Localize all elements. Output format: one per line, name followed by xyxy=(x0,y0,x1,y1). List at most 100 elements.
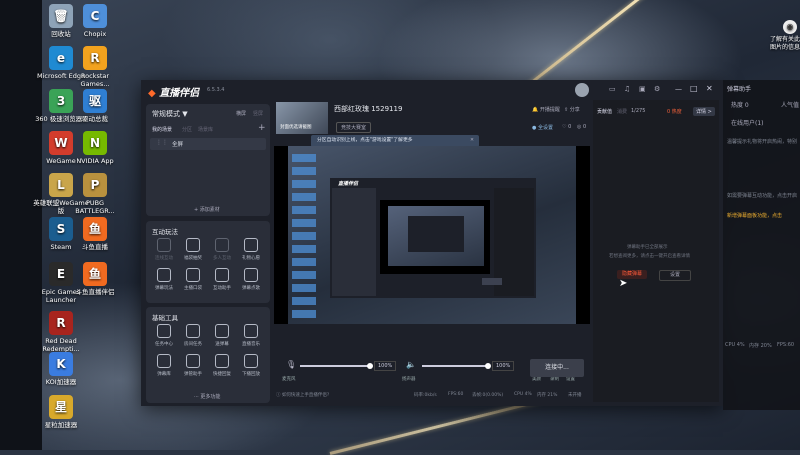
tool-button[interactable]: 福袋抽奖 xyxy=(179,238,207,261)
desktop-icon[interactable]: P PUBG BATTLEGR... xyxy=(67,173,123,215)
desktop-icon[interactable]: 星星粒加速器 xyxy=(33,395,89,429)
tool-button[interactable]: 任务中心 xyxy=(150,324,178,347)
desktop-icon[interactable]: N NVIDIA App xyxy=(67,131,123,165)
cpu-usage: CPU 4% xyxy=(514,392,532,397)
tool-button[interactable]: 弹幕库 xyxy=(150,354,178,377)
mic-slider-handle[interactable] xyxy=(367,363,373,369)
add-scene-icon[interactable]: + xyxy=(258,123,266,133)
tool-icon xyxy=(244,268,258,282)
tab-contribution[interactable]: 贡献值 xyxy=(597,108,612,115)
go-live-button[interactable]: 连接中... xyxy=(530,359,584,377)
tool-button[interactable]: 弹管助手 xyxy=(179,354,207,377)
empty-state-line1: 弹幕助手已全部展示 xyxy=(627,245,668,250)
desktop-icon-label: PUBG BATTLEGR... xyxy=(75,199,115,215)
sidebar: 常规模式 ▼ 横屏 竖屏 我的场景 分区 场景库 + ⋮⋮ 全屏 + 添加素材 … xyxy=(146,104,270,403)
tool-button[interactable]: 互动助手 xyxy=(208,268,236,291)
speaker-volume-slider[interactable] xyxy=(422,363,491,369)
tool-button[interactable]: 主播口袋 xyxy=(179,268,207,291)
desktop-icon-label: KOI加速器 xyxy=(45,378,77,386)
tool-icon xyxy=(186,238,200,252)
tool-button[interactable]: 下播回放 xyxy=(237,354,265,377)
tab-scene-library[interactable]: 场景库 xyxy=(198,126,213,133)
tool-button[interactable]: 房间任务 xyxy=(179,324,207,347)
desktop-info-label[interactable]: ◉ 了解有关此图片的信息 xyxy=(770,20,800,52)
stream-preview[interactable]: 直播伴侣 xyxy=(274,146,590,324)
tab-consumption[interactable]: 消费 xyxy=(617,108,627,115)
tool-label: 互动助手 xyxy=(213,286,231,291)
app-icon: R xyxy=(49,311,73,335)
title-bar[interactable]: ◆ 直播伴侣 6.5.3.4 ▭ ♫ ▣ ⚙ — □ ✕ xyxy=(141,80,723,100)
tab-my-scenes[interactable]: 我的场景 xyxy=(152,126,172,133)
tool-icon xyxy=(186,268,200,282)
room-cover-thumbnail[interactable]: 封面优选请截图 xyxy=(276,102,328,134)
desktop-icon[interactable]: 鱼斗鱼直播 xyxy=(67,217,123,251)
minimize-button[interactable]: — xyxy=(675,85,682,93)
add-source-button[interactable]: + 添加素材 xyxy=(194,206,220,213)
more-functions-link[interactable]: ··· 更多功能 xyxy=(194,393,220,400)
tool-icon xyxy=(215,324,229,338)
app-version: 6.5.3.4 xyxy=(207,87,225,93)
app-icon: N xyxy=(83,131,107,155)
maximize-button[interactable]: □ xyxy=(690,84,698,93)
tool-button[interactable]: 礼物心愿 xyxy=(237,238,265,261)
mic-volume-slider[interactable] xyxy=(300,363,373,369)
live-reminder-link[interactable]: 🔔 开播提醒 xyxy=(532,106,560,113)
desktop-icon[interactable]: R Red Dead Redempti... xyxy=(33,311,89,353)
tool-button[interactable]: 弹幕点歌 xyxy=(237,268,265,291)
desktop-icon[interactable]: R Rockstar Games... xyxy=(67,46,123,88)
tool-icon xyxy=(215,238,229,252)
share-link[interactable]: ⇪ 分享 xyxy=(564,106,580,113)
desktop-icon[interactable]: C Chopix xyxy=(67,4,123,38)
landscape-button[interactable]: 横屏 xyxy=(236,110,246,117)
headset-icon[interactable]: ♫ xyxy=(624,85,630,93)
tool-button[interactable]: 直播音乐 xyxy=(237,324,265,347)
helper-heat: 热度 0 xyxy=(731,102,749,109)
close-button[interactable]: ✕ xyxy=(706,84,713,93)
mode-selector[interactable]: 常规模式 ▼ xyxy=(152,109,188,119)
portrait-button[interactable]: 竖屏 xyxy=(253,110,263,117)
microphone-icon[interactable]: 🎙 xyxy=(286,360,296,369)
tab-zone[interactable]: 分区 xyxy=(182,126,192,133)
tool-label: 礼物心愿 xyxy=(242,256,260,261)
nested-app-logo: 直播伴侣 xyxy=(338,181,359,187)
scene-item[interactable]: ⋮⋮ 全屏 xyxy=(150,138,266,150)
bitrate: 码率:0kb/s xyxy=(414,393,437,398)
empty-state-line2: 若想查阅更多，请点击一键开启查看详情 xyxy=(609,254,690,259)
drag-icon[interactable]: ⋮⋮ xyxy=(156,139,168,146)
settings-icon[interactable]: ⚙ xyxy=(654,85,660,93)
speaker-icon[interactable]: 🔈 xyxy=(406,360,416,369)
app-icon: 驱 xyxy=(83,89,107,113)
nested-live-button xyxy=(482,278,502,285)
message-icon[interactable]: ▭ xyxy=(609,85,616,93)
desktop-icon[interactable]: 驱驱动总裁 xyxy=(67,89,123,123)
tool-button[interactable]: 送弹幕 xyxy=(208,324,236,347)
tool-label: 快捷回复 xyxy=(213,372,231,377)
notice-icon[interactable]: ▣ xyxy=(639,85,646,93)
tool-label: 弹幕玩法 xyxy=(155,286,173,291)
app-icon: 鱼 xyxy=(83,217,107,241)
avatar[interactable] xyxy=(575,83,589,97)
memory-usage: 内存 21% xyxy=(537,393,558,398)
danmaku-settings-button[interactable]: 设置 xyxy=(659,270,691,281)
tool-icon xyxy=(186,324,200,338)
category-badge[interactable]: 竞技大赛室 xyxy=(336,122,372,133)
tool-label: 任务中心 xyxy=(155,342,173,347)
tool-button[interactable]: 弹幕玩法 xyxy=(150,268,178,291)
desktop-icon[interactable]: 鱼斗鱼直播伴侣 xyxy=(67,262,123,296)
settings-link[interactable]: ● 全设置 xyxy=(532,124,553,131)
detail-button[interactable]: 详情 > xyxy=(693,107,715,116)
tool-label: 弹幕点歌 xyxy=(242,286,260,291)
help-link[interactable]: ⓘ 如何快速上手直播伴侣? xyxy=(276,392,329,398)
dropped-frames: 丢帧:0(0.00%) xyxy=(472,393,504,398)
tool-icon xyxy=(157,268,171,282)
speaker-label: 扬声器 xyxy=(402,377,416,382)
tool-button[interactable]: 连线互动 xyxy=(150,238,178,261)
tool-button[interactable]: 多人互动 xyxy=(208,238,236,261)
tool-button[interactable]: 快捷回复 xyxy=(208,354,236,377)
desktop-icon-label: NVIDIA App xyxy=(76,157,114,165)
tool-icon xyxy=(215,354,229,368)
desktop-icon[interactable]: K KOI加速器 xyxy=(33,352,89,386)
speaker-slider-handle[interactable] xyxy=(485,363,491,369)
helper-text-1: 温馨提示礼物将开启热闹，特别开启点亮榜单... xyxy=(727,139,797,145)
helper-cpu: CPU 4% xyxy=(725,342,745,348)
